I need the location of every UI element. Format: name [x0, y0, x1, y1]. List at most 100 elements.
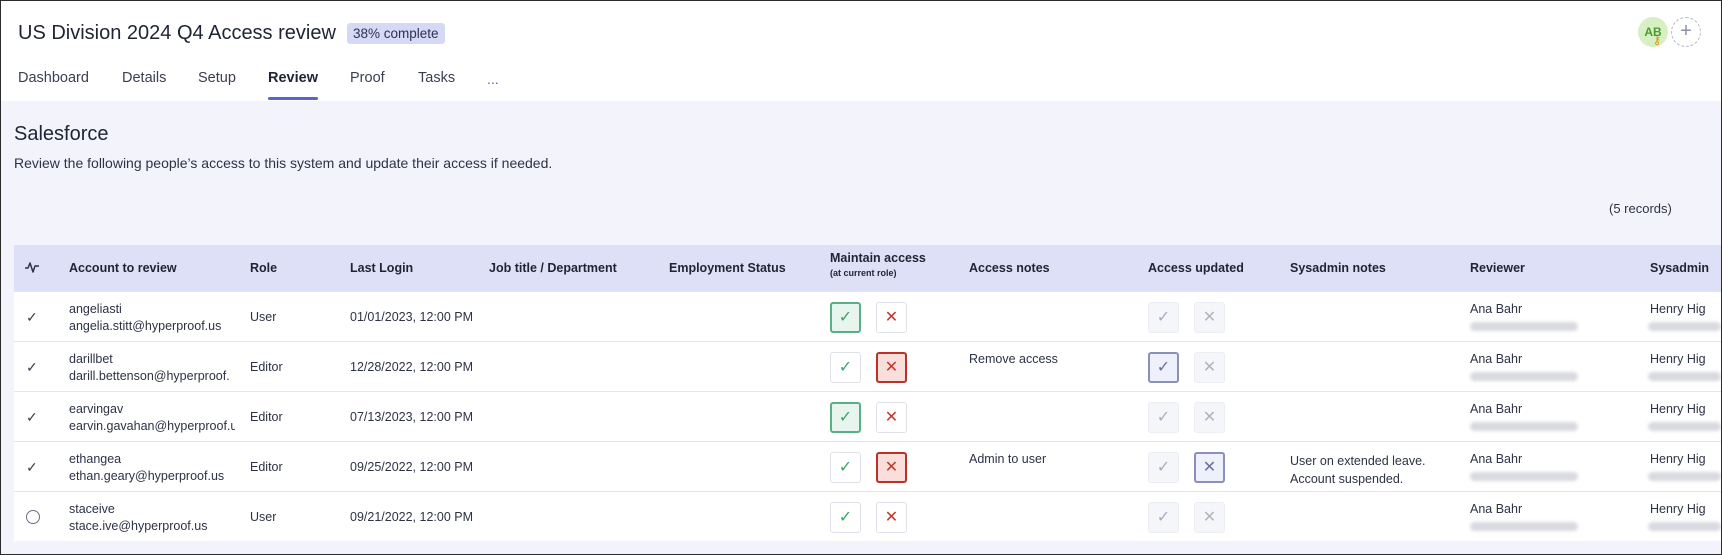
sysadmin-name: Henry Hig [1650, 452, 1706, 466]
account-username: staceive [69, 502, 115, 516]
reviewer-email-redacted [1470, 522, 1578, 531]
col-sysadmin-notes[interactable]: Sysadmin notes [1290, 261, 1386, 275]
col-access-updated[interactable]: Access updated [1148, 261, 1244, 275]
access-updated-no-button[interactable]: ✕ [1194, 302, 1225, 333]
last-login-cell: 12/28/2022, 12:00 PM [350, 360, 474, 374]
activity-icon[interactable] [24, 259, 40, 275]
maintain-access-button[interactable]: ✓ [830, 502, 861, 533]
col-maintain-access-label: Maintain access [830, 251, 926, 265]
last-login-cell: 07/13/2023, 12:00 PM [350, 410, 474, 424]
unreviewed-radio[interactable] [26, 510, 40, 524]
col-maintain-access-sub: (at current role) [830, 268, 897, 278]
access-updated-yes-button[interactable]: ✓ [1148, 402, 1179, 433]
review-panel: Salesforce Review the following people’s… [1, 101, 1721, 554]
role-cell: Editor [250, 410, 283, 424]
access-updated-no-button[interactable]: ✕ [1194, 452, 1225, 483]
col-last-login[interactable]: Last Login [350, 261, 413, 275]
access-updated-no-button[interactable]: ✕ [1194, 402, 1225, 433]
access-updated-yes-button[interactable]: ✓ [1148, 452, 1179, 483]
revoke-access-button[interactable]: ✕ [876, 302, 907, 333]
table-row: staceive stace.ive@hyperproof.us User 09/21… [14, 491, 1721, 541]
reviewed-check-icon: ✓ [26, 459, 38, 475]
account-username: earvingav [69, 402, 124, 416]
reviewer-name: Ana Bahr [1470, 502, 1523, 516]
revoke-access-button[interactable]: ✕ [876, 352, 907, 383]
progress-badge: 38% complete [347, 23, 445, 44]
review-table: Account to review Role Last Login Job ti… [14, 245, 1721, 541]
table-row: ✓ ethangea ethan.geary@hyperproof.us Editor… [14, 441, 1721, 491]
role-cell: User [250, 310, 277, 324]
maintain-access-button[interactable]: ✓ [830, 302, 861, 333]
table-header: Account to review Role Last Login Job ti… [14, 245, 1721, 291]
reviewer-email-redacted [1470, 372, 1578, 381]
account-email: earvin.gavahan@hyperproof.u [69, 419, 235, 433]
tab-dashboard[interactable]: Dashboard [18, 70, 89, 86]
sysadmin-note-line: User on extended leave. [1290, 454, 1426, 468]
last-login-cell: 09/21/2022, 12:00 PM [350, 510, 474, 524]
sysadmin-note-line: Account suspended. [1290, 472, 1404, 486]
reviewer-email-redacted [1470, 422, 1578, 431]
col-job-title[interactable]: Job title / Department [489, 261, 617, 275]
col-sysadmin[interactable]: Sysadmin [1650, 261, 1721, 275]
revoke-access-button[interactable]: ✕ [876, 402, 907, 433]
access-updated-no-button[interactable]: ✕ [1194, 352, 1225, 383]
sysadmin-name: Henry Hig [1650, 302, 1706, 316]
col-maintain-access[interactable]: Maintain access (at current role) [830, 251, 926, 278]
table-row: ✓ angeliasti angelia.stitt@hyperproof.us Us… [14, 291, 1721, 341]
tab-proof[interactable]: Proof [350, 70, 385, 86]
account-username: ethangea [69, 452, 122, 466]
more-tabs-button[interactable]: ... [487, 71, 499, 87]
reviewer-email-redacted [1470, 322, 1578, 331]
reviewed-check-icon: ✓ [26, 409, 38, 425]
reviewed-check-icon: ✓ [26, 359, 38, 375]
tab-review[interactable]: Review [268, 70, 318, 86]
key-icon: ⚷ [1653, 35, 1662, 47]
sysadmin-email-redacted [1648, 322, 1721, 331]
access-updated-no-button[interactable]: ✕ [1194, 502, 1225, 533]
access-note: Remove access [969, 352, 1058, 366]
reviewer-name: Ana Bahr [1470, 452, 1523, 466]
account-email: darill.bettenson@hyperproof. [69, 369, 230, 383]
revoke-access-button[interactable]: ✕ [876, 502, 907, 533]
tab-tasks[interactable]: Tasks [418, 70, 455, 86]
app-frame: US Division 2024 Q4 Access review 38% co… [0, 0, 1722, 555]
col-reviewer[interactable]: Reviewer [1470, 261, 1525, 275]
maintain-access-button[interactable]: ✓ [830, 352, 861, 383]
sysadmin-name: Henry Hig [1650, 502, 1706, 516]
col-employment-status[interactable]: Employment Status [669, 261, 786, 275]
account-username: angeliasti [69, 302, 122, 316]
tab-setup[interactable]: Setup [198, 70, 236, 86]
system-description: Review the following people’s access to … [14, 155, 553, 171]
last-login-cell: 09/25/2022, 12:00 PM [350, 460, 474, 474]
system-title: Salesforce [14, 123, 109, 145]
maintain-access-button[interactable]: ✓ [830, 402, 861, 433]
sysadmin-name: Henry Hig [1650, 352, 1706, 366]
sysadmin-email-redacted [1648, 472, 1721, 481]
col-role[interactable]: Role [250, 261, 277, 275]
maintain-access-button[interactable]: ✓ [830, 452, 861, 483]
col-account[interactable]: Account to review [69, 261, 177, 275]
record-count: (5 records) [1609, 201, 1672, 216]
sysadmin-email-redacted [1648, 522, 1721, 531]
reviewer-name: Ana Bahr [1470, 352, 1523, 366]
access-updated-yes-button[interactable]: ✓ [1148, 502, 1179, 533]
account-email: stace.ive@hyperproof.us [69, 519, 208, 533]
access-updated-yes-button[interactable]: ✓ [1148, 352, 1179, 383]
table-row: ✓ darillbet darill.bettenson@hyperproof. Ed… [14, 341, 1721, 391]
reviewer-name: Ana Bahr [1470, 402, 1523, 416]
tab-details[interactable]: Details [122, 70, 166, 86]
last-login-cell: 01/01/2023, 12:00 PM [350, 310, 474, 324]
table-row: ✓ earvingav earvin.gavahan@hyperproof.u Edi… [14, 391, 1721, 441]
sysadmin-name: Henry Hig [1650, 402, 1706, 416]
reviewed-check-icon: ✓ [26, 309, 38, 325]
sysadmin-email-redacted [1648, 372, 1721, 381]
access-updated-yes-button[interactable]: ✓ [1148, 302, 1179, 333]
page-title: US Division 2024 Q4 Access review [18, 22, 336, 44]
sysadmin-email-redacted [1648, 422, 1721, 431]
header: US Division 2024 Q4 Access review 38% co… [1, 1, 1721, 101]
col-access-notes[interactable]: Access notes [969, 261, 1050, 275]
account-email: angelia.stitt@hyperproof.us [69, 319, 222, 333]
add-reviewer-button[interactable]: + [1671, 17, 1701, 47]
revoke-access-button[interactable]: ✕ [876, 452, 907, 483]
sysadmin-note: User on extended leave. Account suspended… [1290, 452, 1426, 488]
